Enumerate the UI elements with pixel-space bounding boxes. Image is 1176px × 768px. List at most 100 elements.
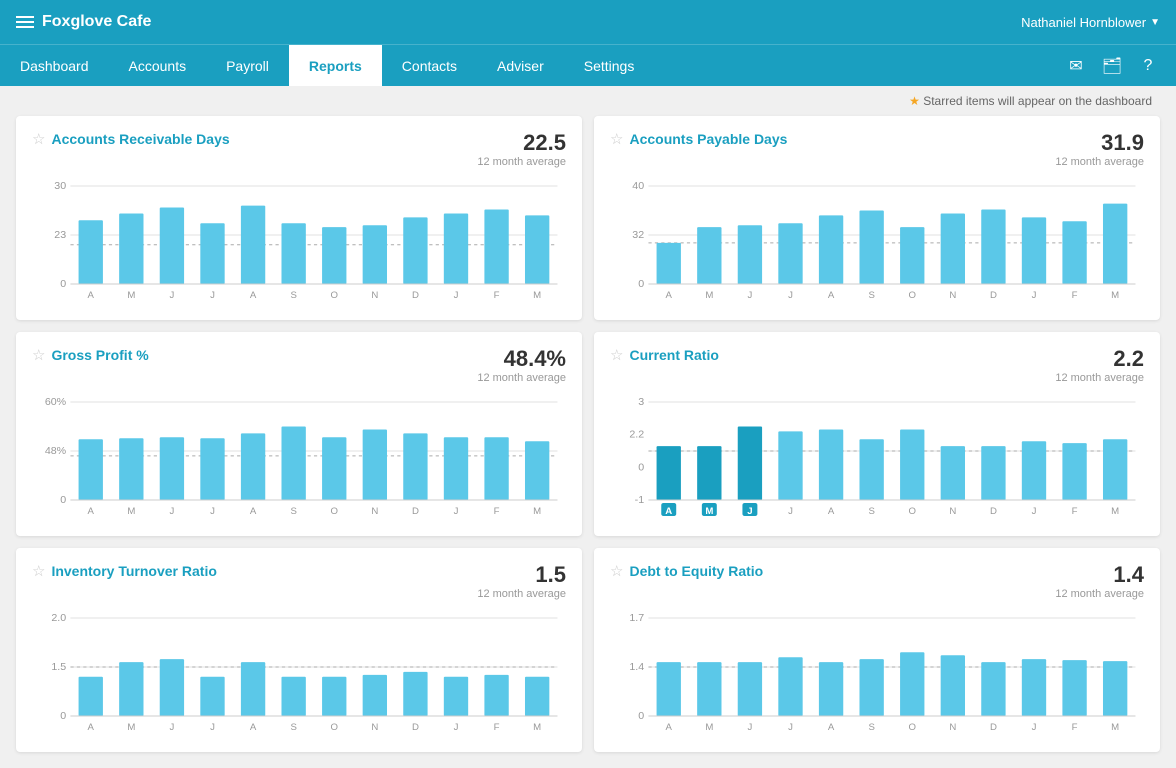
bar-6[interactable] (900, 227, 924, 284)
bar-2[interactable] (160, 437, 184, 500)
bar-3[interactable] (778, 223, 802, 284)
bar-4[interactable] (241, 662, 265, 716)
navbar: Dashboard Accounts Payroll Reports Conta… (0, 44, 1176, 86)
bar-4[interactable] (241, 206, 265, 284)
bar-6[interactable] (322, 437, 346, 500)
bar-0[interactable] (79, 677, 103, 716)
svg-text:0: 0 (638, 463, 644, 474)
star-toggle-icon[interactable]: ☆ (610, 562, 623, 580)
bar-10[interactable] (484, 437, 508, 500)
bar-10[interactable] (1062, 221, 1086, 284)
bar-2[interactable] (160, 659, 184, 716)
svg-text:0: 0 (60, 279, 66, 290)
bar-11[interactable] (525, 215, 549, 284)
bar-1[interactable] (697, 227, 721, 284)
bar-5[interactable] (859, 659, 883, 716)
bar-5[interactable] (281, 677, 305, 716)
bar-9[interactable] (1022, 217, 1046, 284)
bar-2[interactable] (738, 662, 762, 716)
month-label-8: D (412, 506, 419, 516)
hamburger-menu[interactable] (16, 16, 34, 28)
bar-9[interactable] (444, 677, 468, 716)
bar-6[interactable] (322, 227, 346, 284)
bar-4[interactable] (819, 429, 843, 500)
card-title: Inventory Turnover Ratio (51, 563, 216, 579)
bar-9[interactable] (444, 213, 468, 284)
bar-1[interactable] (697, 662, 721, 716)
bar-1[interactable] (119, 662, 143, 716)
bar-2[interactable] (738, 225, 762, 284)
bar-6[interactable] (322, 677, 346, 716)
bar-5[interactable] (281, 223, 305, 284)
month-label-4: A (828, 722, 835, 732)
bar-3[interactable] (200, 223, 224, 284)
bar-11[interactable] (1103, 204, 1127, 284)
email-icon[interactable]: ✉ (1060, 50, 1092, 82)
user-caret-icon: ▼ (1150, 17, 1160, 28)
nav-reports[interactable]: Reports (289, 45, 382, 86)
bar-0[interactable] (657, 662, 681, 716)
bar-3[interactable] (778, 431, 802, 500)
bar-10[interactable] (484, 210, 508, 284)
star-toggle-icon[interactable]: ☆ (32, 130, 45, 148)
bar-7[interactable] (363, 429, 387, 500)
bar-5[interactable] (859, 211, 883, 285)
bar-7[interactable] (363, 675, 387, 716)
bar-7[interactable] (363, 225, 387, 284)
bar-7[interactable] (941, 213, 965, 284)
bar-11[interactable] (525, 441, 549, 500)
bar-10[interactable] (1062, 660, 1086, 716)
bar-3[interactable] (200, 438, 224, 500)
nav-dashboard[interactable]: Dashboard (0, 45, 109, 86)
nav-payroll[interactable]: Payroll (206, 45, 289, 86)
star-toggle-icon[interactable]: ☆ (610, 346, 623, 364)
bar-8[interactable] (981, 662, 1005, 716)
month-label-5: S (290, 290, 296, 300)
bar-11[interactable] (1103, 661, 1127, 716)
bar-6[interactable] (900, 429, 924, 500)
bar-0[interactable] (657, 446, 681, 500)
star-toggle-icon[interactable]: ☆ (32, 346, 45, 364)
nav-settings[interactable]: Settings (564, 45, 655, 86)
bar-3[interactable] (778, 657, 802, 716)
bar-0[interactable] (657, 243, 681, 284)
bar-9[interactable] (444, 437, 468, 500)
bar-8[interactable] (981, 210, 1005, 284)
bar-0[interactable] (79, 220, 103, 284)
bar-11[interactable] (1103, 439, 1127, 500)
bar-3[interactable] (200, 677, 224, 716)
user-menu[interactable]: Nathaniel Hornblower ▼ (1021, 15, 1160, 30)
bar-8[interactable] (981, 446, 1005, 500)
bar-6[interactable] (900, 652, 924, 716)
main-content: ☆ Accounts Receivable Days 22.5 12 month… (0, 116, 1176, 768)
star-toggle-icon[interactable]: ☆ (32, 562, 45, 580)
help-icon[interactable]: ? (1132, 50, 1164, 82)
bar-4[interactable] (819, 662, 843, 716)
bar-9[interactable] (1022, 659, 1046, 716)
bar-1[interactable] (119, 438, 143, 500)
bar-2[interactable] (160, 208, 184, 284)
bar-9[interactable] (1022, 441, 1046, 500)
bar-10[interactable] (1062, 443, 1086, 500)
nav-accounts[interactable]: Accounts (109, 45, 207, 86)
bar-10[interactable] (484, 675, 508, 716)
bar-5[interactable] (281, 427, 305, 501)
bar-4[interactable] (241, 433, 265, 500)
nav-adviser[interactable]: Adviser (477, 45, 564, 86)
bar-7[interactable] (941, 655, 965, 716)
bar-1[interactable] (697, 446, 721, 500)
bar-2[interactable] (738, 427, 762, 501)
nav-contacts[interactable]: Contacts (382, 45, 477, 86)
bar-8[interactable] (403, 433, 427, 500)
bar-8[interactable] (403, 217, 427, 284)
bar-5[interactable] (859, 439, 883, 500)
bar-4[interactable] (819, 215, 843, 284)
bar-1[interactable] (119, 213, 143, 284)
bar-0[interactable] (79, 439, 103, 500)
bar-7[interactable] (941, 446, 965, 500)
bar-8[interactable] (403, 672, 427, 716)
folder-icon[interactable]: 🗂 (1096, 50, 1128, 82)
svg-text:3: 3 (638, 397, 644, 408)
bar-11[interactable] (525, 677, 549, 716)
star-toggle-icon[interactable]: ☆ (610, 130, 623, 148)
